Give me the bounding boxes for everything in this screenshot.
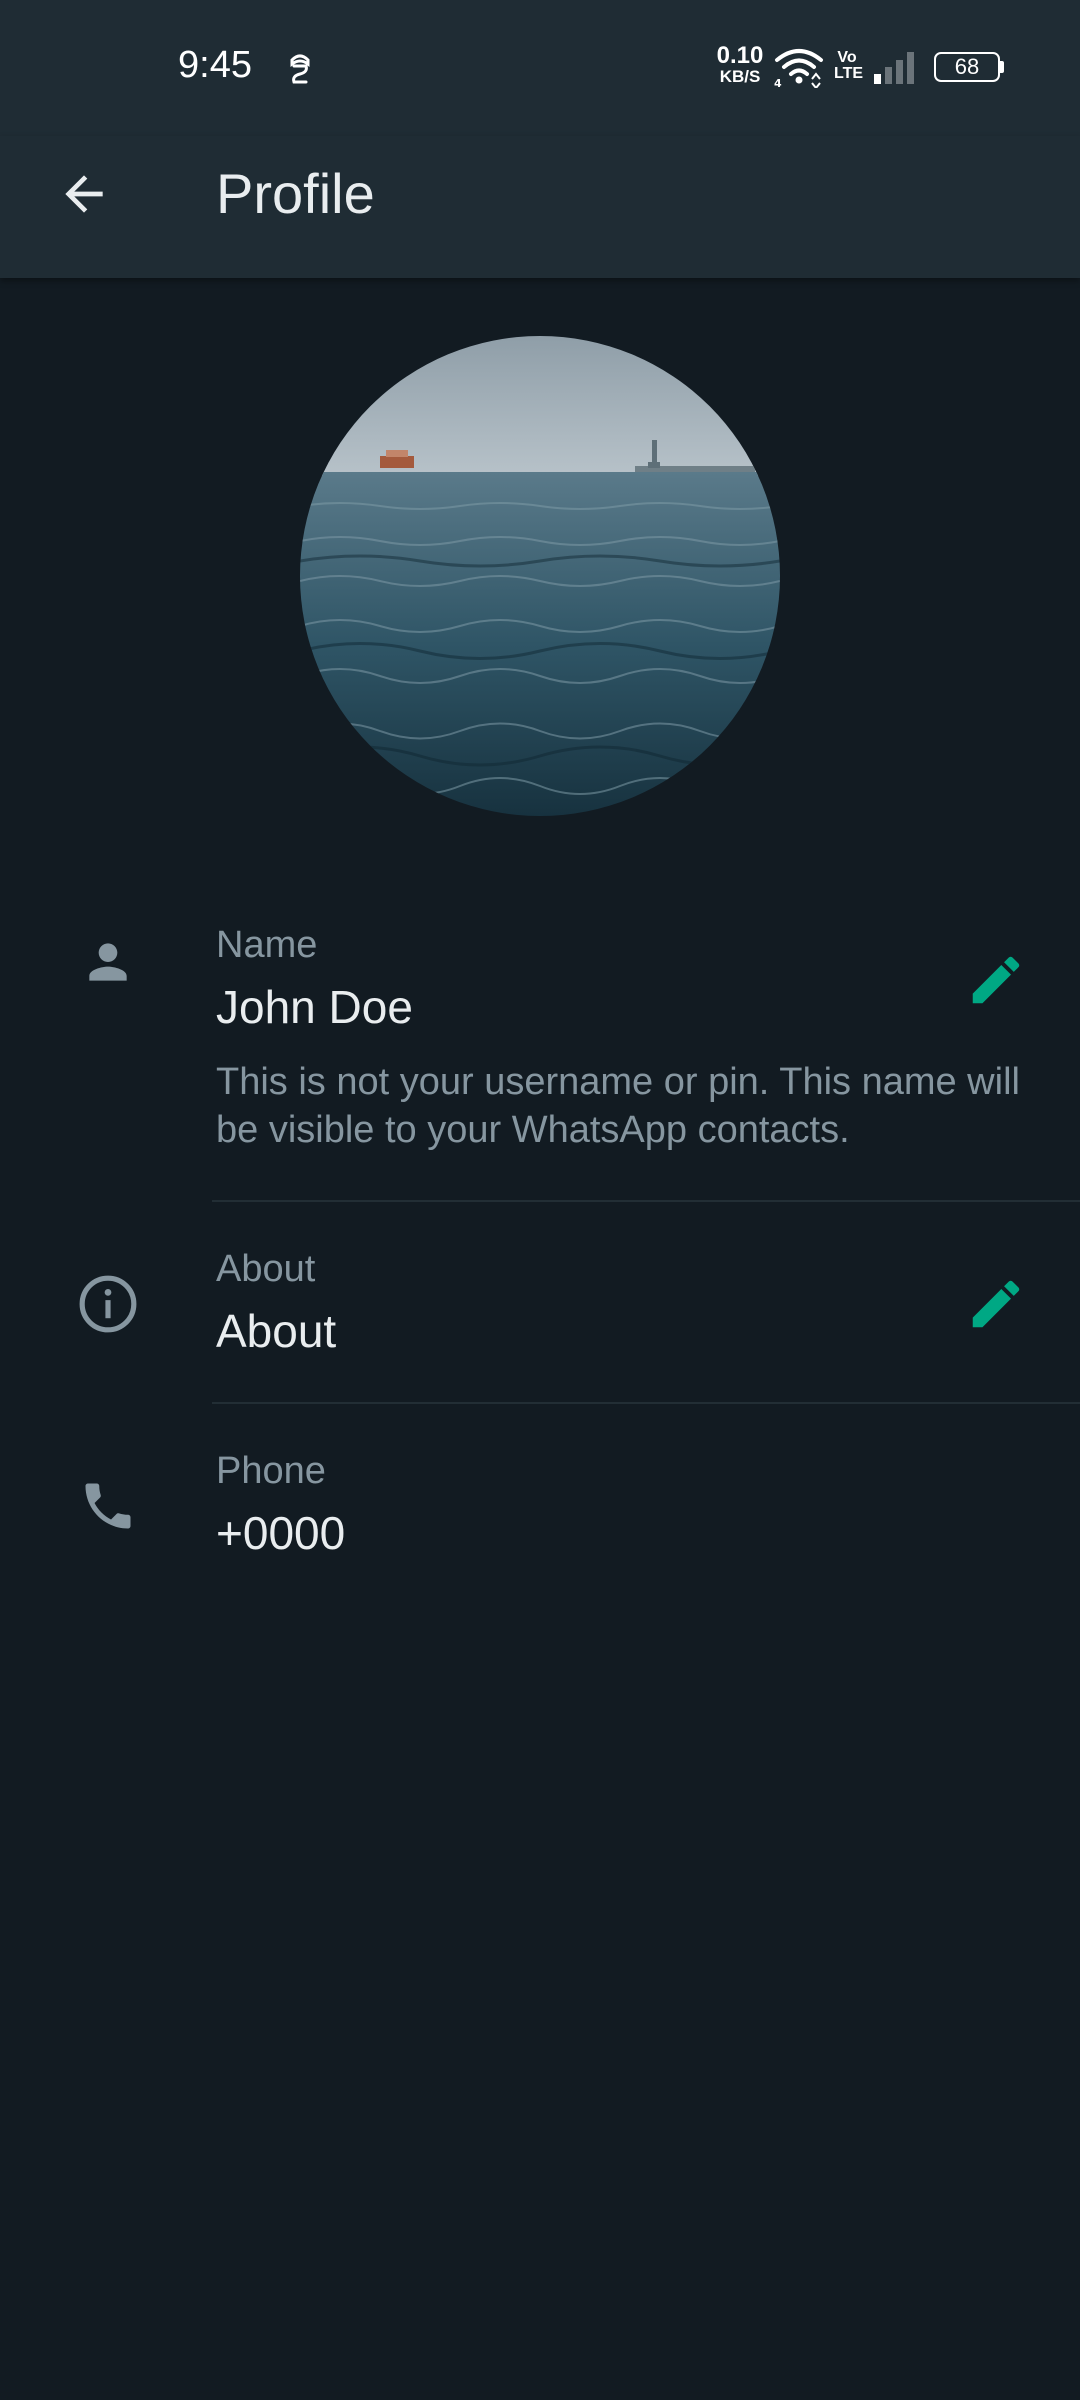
app-bar [0,136,1080,278]
name-label: Name [216,924,318,966]
phone-icon-wrap [72,1470,144,1542]
back-button[interactable] [50,160,118,228]
notification-icon [290,54,310,84]
volte-top: Vo [837,49,857,66]
volte-bottom: LTE [834,65,864,82]
person-icon [89,943,127,981]
person-icon-wrap [72,926,144,998]
edit-name-button[interactable] [960,944,1032,1016]
phone-label: Phone [216,1450,326,1492]
wifi-icon: 4 [774,49,823,88]
battery-indicator: 68 [934,52,1000,82]
phone-icon [85,1483,131,1529]
page-title: Profile [216,162,375,225]
profile-photo[interactable] [300,336,780,816]
network-speed-value: 0.10 [716,42,764,69]
status-bar: 9:45 0.10 KB/S 4 Vo LTE 68 [0,0,1080,136]
edit-about-button[interactable] [960,1268,1032,1340]
pencil-icon [972,1280,1020,1328]
about-label: About [216,1248,316,1290]
info-icon-wrap [72,1268,144,1340]
volte-indicator: Vo LTE [834,49,864,82]
signal-icon [874,52,914,84]
phone-value: +0000 [216,1507,346,1559]
battery-tip [1000,61,1004,73]
svg-text:4: 4 [774,77,782,88]
about-value[interactable]: About [216,1304,336,1358]
sea-photo [300,336,780,816]
arrow-left-icon [65,175,103,213]
name-value[interactable]: John Doe [216,980,413,1034]
network-speed: 0.10 KB/S [716,42,764,86]
status-time: 9:45 [178,44,252,86]
network-speed-unit: KB/S [719,67,761,86]
pencil-icon [972,956,1020,1004]
info-icon [79,1275,137,1333]
name-helper-text: This is not your username or pin. This n… [216,1061,1020,1151]
divider [212,1200,1080,1202]
divider [212,1402,1080,1404]
